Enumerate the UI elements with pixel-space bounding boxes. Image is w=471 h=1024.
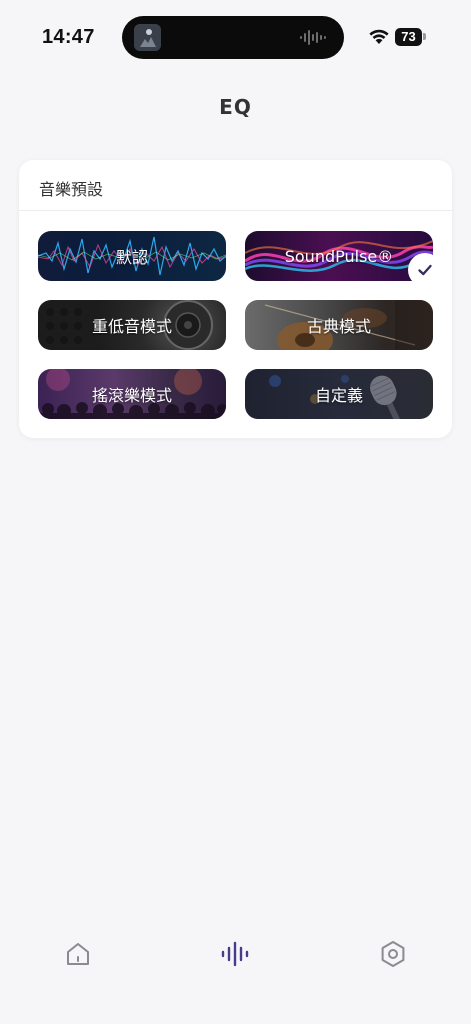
- settings-icon: [381, 941, 405, 967]
- preset-label: 默認: [115, 248, 148, 267]
- tab-equalizer[interactable]: [217, 936, 253, 972]
- preset-custom-button[interactable]: 自定義: [245, 369, 433, 419]
- battery-nub: [423, 33, 426, 40]
- preset-label: 古典模式: [306, 317, 371, 336]
- battery-indicator: 73: [395, 28, 422, 46]
- page-title: EQ: [219, 95, 252, 119]
- preset-label: 搖滾樂模式: [91, 386, 172, 405]
- tab-home[interactable]: [60, 936, 96, 972]
- preset-classical-button[interactable]: 古典模式: [245, 300, 433, 350]
- wifi-icon: [369, 29, 389, 44]
- now-playing-artwork: [134, 24, 161, 51]
- selected-check-badge: [408, 253, 442, 287]
- tab-settings[interactable]: [375, 936, 411, 972]
- status-bar: 14:47 73: [0, 0, 471, 76]
- status-time: 14:47: [42, 26, 95, 48]
- preset-soundpulse-button[interactable]: SoundPulse®: [245, 231, 433, 281]
- preset-label: 重低音模式: [91, 317, 172, 336]
- preset-default-button[interactable]: 默認: [38, 231, 226, 281]
- presets-section-title: 音樂預設: [39, 180, 104, 199]
- preset-label: SoundPulse®: [284, 246, 394, 266]
- preset-bass-button[interactable]: 重低音模式: [38, 300, 226, 350]
- home-icon: [67, 943, 89, 965]
- preset-label: 自定義: [314, 386, 363, 405]
- checkmark-icon: [418, 264, 432, 276]
- audio-wave-icon: [300, 30, 326, 45]
- preset-rock-button[interactable]: 搖滾樂模式: [38, 369, 226, 419]
- equalizer-icon: [221, 941, 249, 967]
- dynamic-island[interactable]: [122, 16, 344, 59]
- divider: [19, 210, 452, 211]
